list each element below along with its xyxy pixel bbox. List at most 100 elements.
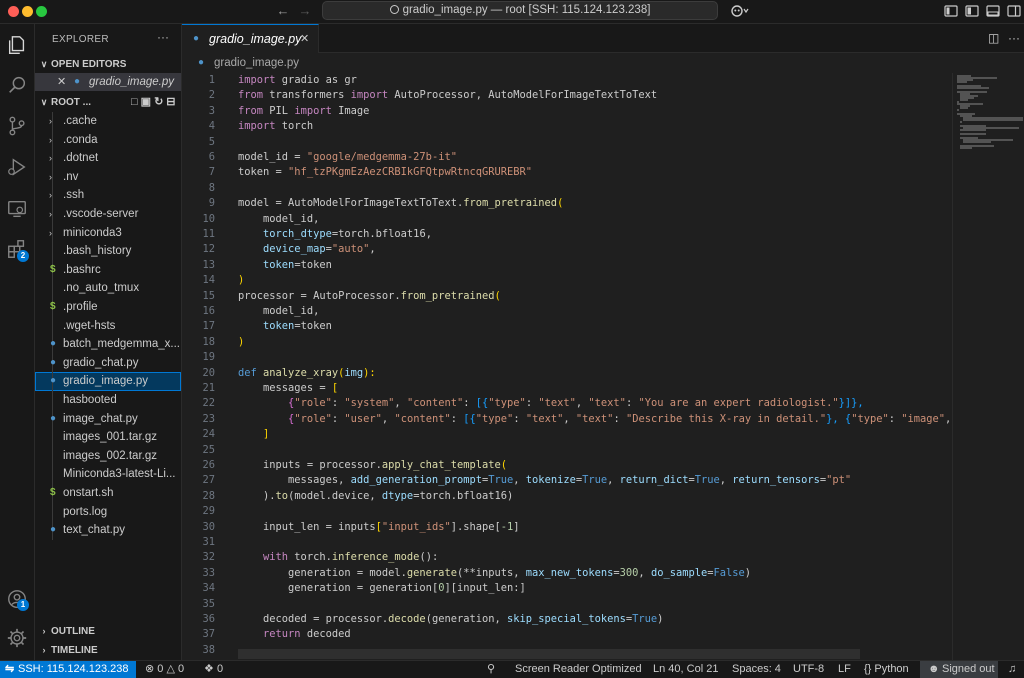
code-line[interactable]: messages, add_generation_prompt=True, to… — [238, 473, 851, 488]
code-line[interactable]: model_id, — [238, 212, 319, 227]
command-center[interactable]: gradio_image.py — root [SSH: 115.124.123… — [322, 1, 718, 20]
code-line[interactable]: ).to(model.device, dtype=torch.bfloat16) — [238, 489, 513, 504]
close-icon[interactable]: ✕ — [57, 73, 66, 91]
tree-file[interactable]: ● batch_medgemma_x... — [35, 335, 181, 354]
tree-file[interactable]: ● image_chat.py — [35, 409, 181, 429]
remote-explorer-icon[interactable] — [4, 196, 30, 222]
code-line[interactable]: torch_dtype=torch.bfloat16, — [238, 227, 432, 242]
tree-folder[interactable]: › miniconda3 — [35, 223, 181, 243]
forward-arrow-icon[interactable]: → — [297, 3, 313, 18]
code-line[interactable]: ) — [238, 335, 244, 350]
tree-folder[interactable]: › .vscode-server — [35, 205, 181, 224]
root-folder-header[interactable]: ∨ ROOT ... □▣↻⊟ — [35, 93, 182, 111]
breadcrumb[interactable]: ● gradio_image.py — [182, 53, 952, 73]
code-line[interactable]: decoded = processor.decode(generation, s… — [238, 612, 663, 627]
code-line[interactable]: messages = [ — [238, 381, 338, 396]
encoding[interactable]: UTF-8 — [793, 661, 824, 678]
code-line[interactable]: from PIL import Image — [238, 104, 369, 119]
new-file-icon[interactable]: □ — [131, 96, 141, 108]
close-window-button[interactable] — [8, 6, 19, 17]
code-line[interactable]: return decoded — [238, 627, 351, 642]
cursor-position[interactable]: Ln 40, Col 21 — [653, 661, 718, 678]
code-line[interactable]: {"role": "user", "content": [{"type": "t… — [238, 412, 952, 427]
tree-folder[interactable]: › .cache — [35, 112, 181, 131]
tree-file[interactable]: .wget-hsts — [35, 316, 181, 336]
toggle-primary-sidebar-icon[interactable] — [965, 4, 979, 18]
timeline-header[interactable]: › TIMELINE — [35, 641, 182, 659]
tree-file[interactable]: images_001.tar.gz — [35, 428, 181, 447]
tree-file[interactable]: ● text_chat.py — [35, 521, 181, 540]
tree-folder[interactable]: › .nv — [35, 167, 181, 187]
tree-file[interactable]: ● gradio_chat.py — [35, 353, 181, 373]
tree-folder[interactable]: › .conda — [35, 130, 181, 150]
code-line[interactable]: input_len = inputs["input_ids"].shape[-1… — [238, 520, 520, 535]
source-control-icon[interactable] — [4, 113, 30, 139]
refresh-icon[interactable]: ↻ — [154, 96, 166, 108]
tree-file[interactable]: images_002.tar.gz — [35, 446, 181, 466]
remote-indicator[interactable]: ⇋ SSH: 115.124.123.238 — [0, 661, 136, 678]
tree-file[interactable]: Miniconda3-latest-Li... — [35, 465, 181, 484]
screen-reader-icon[interactable]: ⚲ — [487, 661, 495, 678]
code-line[interactable]: token=token — [238, 258, 332, 273]
ports-indicator[interactable]: ❖ 0 — [204, 661, 223, 678]
code-line[interactable]: ) — [238, 273, 244, 288]
code-line[interactable]: {"role": "system", "content": [{"type": … — [238, 396, 864, 411]
code-line[interactable]: from transformers import AutoProcessor, … — [238, 88, 657, 103]
toggle-panel-icon[interactable] — [986, 4, 1000, 18]
back-arrow-icon[interactable]: ← — [275, 3, 291, 18]
code-line[interactable]: model = AutoModelForImageTextToText.from… — [238, 196, 563, 211]
tree-file[interactable]: ● gradio_image.py — [35, 372, 181, 391]
tree-file[interactable]: ports.log — [35, 502, 181, 522]
language-mode[interactable]: {} Python — [864, 661, 909, 678]
maximize-window-button[interactable] — [36, 6, 47, 17]
tree-file[interactable]: .no_auto_tmux — [35, 279, 181, 298]
manage-gear-icon[interactable] — [4, 625, 30, 651]
end-of-line[interactable]: LF — [838, 661, 851, 678]
close-icon[interactable]: ✕ — [300, 25, 309, 53]
screen-reader-status[interactable]: Screen Reader Optimized — [515, 661, 642, 678]
split-editor-icon[interactable]: ◫ — [988, 31, 999, 45]
code-line[interactable]: import torch — [238, 119, 313, 134]
horizontal-scrollbar[interactable] — [238, 649, 860, 659]
indentation[interactable]: Spaces: 4 — [732, 661, 781, 678]
code-line[interactable]: token=token — [238, 319, 332, 334]
tab-gradio-image[interactable]: ● gradio_image.py ✕ — [182, 24, 319, 53]
open-editor-item[interactable]: ✕ ● gradio_image.py — [35, 73, 181, 91]
code-line[interactable]: inputs = processor.apply_chat_template( — [238, 458, 507, 473]
tree-folder[interactable]: › .ssh — [35, 186, 181, 205]
code-line[interactable]: import gradio as gr — [238, 73, 357, 88]
tree-file[interactable]: $ .profile — [35, 298, 181, 317]
problems-indicator[interactable]: ⊗ 0 △ 0 — [145, 661, 184, 678]
notifications-bell-icon[interactable]: ♫ — [1008, 661, 1016, 678]
tree-file[interactable]: hasbooted — [35, 391, 181, 410]
minimap[interactable] — [952, 73, 1024, 660]
code-line[interactable]: ] — [238, 427, 269, 442]
toggle-secondary-sidebar-icon[interactable] — [1007, 4, 1021, 18]
collapse-all-icon[interactable]: ⊟ — [166, 96, 178, 108]
customize-layout-icon[interactable] — [944, 4, 958, 18]
more-actions-icon[interactable]: ··· — [1008, 31, 1020, 45]
new-folder-icon[interactable]: ▣ — [141, 96, 154, 108]
code-line[interactable]: device_map="auto", — [238, 242, 376, 257]
breadcrumb-file[interactable]: gradio_image.py — [214, 53, 299, 73]
minimize-window-button[interactable] — [22, 6, 33, 17]
outline-header[interactable]: › OUTLINE — [35, 622, 182, 640]
code-line[interactable]: generation = model.generate(**inputs, ma… — [238, 566, 751, 581]
code-line[interactable]: with torch.inference_mode(): — [238, 550, 438, 565]
tree-file[interactable]: $ onstart.sh — [35, 484, 181, 503]
copilot-status[interactable]: ☻ Signed out — [920, 661, 998, 678]
tree-folder[interactable]: › .dotnet — [35, 149, 181, 168]
explorer-more-actions-icon[interactable]: ··· — [157, 30, 169, 44]
code-line[interactable]: token = "hf_tzPKgmEzAezCRBIkGFQtpwRtncqG… — [238, 165, 532, 180]
search-icon[interactable] — [4, 72, 30, 98]
code-line[interactable]: model_id, — [238, 304, 319, 319]
copilot-icon[interactable] — [730, 4, 750, 18]
explorer-icon[interactable] — [4, 32, 30, 58]
code-line[interactable]: generation = generation[0][input_len:] — [238, 581, 526, 596]
tree-file[interactable]: $ .bashrc — [35, 260, 181, 280]
run-debug-icon[interactable] — [4, 154, 30, 180]
code-editor[interactable]: 1 2 3 4 5 6 7 8 9 10 11 12 13 14 15 16 17 18 19 20 21 22 23 24 2… — [182, 73, 952, 660]
code-line[interactable]: def analyze_xray(img): — [238, 366, 376, 381]
tree-file[interactable]: .bash_history — [35, 242, 181, 261]
open-editors-header[interactable]: ∨ OPEN EDITORS — [35, 55, 182, 73]
